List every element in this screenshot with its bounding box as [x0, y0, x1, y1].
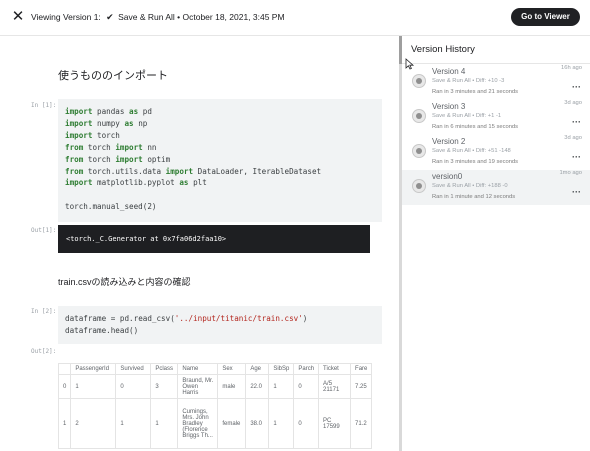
- table-cell: female: [217, 398, 247, 449]
- table-cell: 1: [268, 374, 295, 399]
- version-run-time: Ran in 3 minutes and 21 seconds: [432, 89, 519, 95]
- table-cell: 0: [57, 374, 72, 399]
- code-line: import pandas as pd: [65, 107, 152, 116]
- column-header: Survived: [115, 363, 152, 375]
- avatar: [412, 144, 426, 158]
- column-header: Age: [245, 363, 270, 375]
- cell-output-generator: <torch._C.Generator at 0x7fa06d2faa10>: [58, 225, 370, 253]
- version-run-time: Ran in 1 minute and 12 seconds: [432, 194, 516, 200]
- avatar: [412, 109, 426, 123]
- section-heading-train-csv: train.csvの読み込みと内容の確認: [58, 277, 191, 287]
- go-to-viewer-button[interactable]: Go to Viewer: [511, 8, 580, 26]
- version-name: Version 2: [432, 137, 466, 146]
- mouse-cursor-icon: [405, 58, 415, 70]
- dataframe-table: PassengerId Survived Pclass Name Sex Age SibSp…: [57, 363, 373, 449]
- table-cell: 3: [150, 374, 179, 399]
- panel-divider: [402, 63, 590, 64]
- version-run-time: Ran in 3 minutes and 19 seconds: [432, 159, 519, 165]
- column-header: SibSp: [268, 363, 295, 375]
- version-info: Viewing Version 1: ✔ Save & Run All • Oc…: [31, 12, 285, 23]
- panel-title: Version History: [411, 44, 475, 55]
- table-cell: 71.2: [350, 398, 373, 449]
- table-cell: 2: [70, 398, 117, 449]
- table-cell: 7.25: [350, 374, 373, 399]
- version-run-time: Ran in 6 minutes and 15 seconds: [432, 124, 519, 130]
- table-cell: 0: [293, 398, 320, 449]
- section-heading-imports: 使うもののインポート: [58, 70, 168, 82]
- table-cell: 0: [115, 374, 152, 399]
- table-row: 1 2 1 1 Cumings, Mrs. John Bradley (Florence…: [57, 398, 373, 449]
- version-item[interactable]: Version 3 3d ago Save & Run All • Diff: +1…: [402, 100, 590, 135]
- table-cell: A/5 21171: [318, 374, 352, 399]
- more-options-icon[interactable]: ···: [572, 187, 581, 197]
- close-icon[interactable]: ✕: [10, 9, 26, 25]
- code-cell-imports[interactable]: import pandas as pd import numpy as np imp…: [58, 99, 382, 222]
- table-row: 0 1 0 3 Braund, Mr. Owen Harris male 22.0 1 0 A/5…: [57, 374, 373, 399]
- avatar: [412, 74, 426, 88]
- table-cell: 22.0: [245, 374, 270, 399]
- column-header: Name: [177, 363, 219, 375]
- version-name: Version 4: [432, 67, 466, 76]
- code-line: torch.manual_seed(2): [65, 202, 157, 212]
- version-diff: Save & Run All • Diff: +188 -0: [432, 183, 508, 189]
- cell-prompt-out1: Out[1]:: [31, 227, 57, 234]
- column-header: Parch: [293, 363, 320, 375]
- avatar: [412, 179, 426, 193]
- more-options-icon[interactable]: ···: [572, 117, 581, 127]
- table-cell: PC 17599: [318, 398, 352, 449]
- run-all-icon: ✔: [106, 12, 114, 22]
- table-cell: 1: [70, 374, 117, 399]
- table-cell: 0: [293, 374, 320, 399]
- table-cell: male: [217, 374, 247, 399]
- version-item[interactable]: Version 2 3d ago Save & Run All • Diff: +5…: [402, 135, 590, 170]
- cell-prompt-in2: In [2]:: [31, 308, 57, 315]
- version-diff: Save & Run All • Diff: +10 -3: [432, 78, 505, 84]
- version-time: 16h ago: [561, 65, 582, 71]
- code-line: import torch: [65, 130, 120, 140]
- code-line: from torch import nn: [65, 142, 157, 152]
- run-mode-label: Save & Run All: [118, 12, 175, 22]
- cell-prompt-out2: Out[2]:: [31, 348, 57, 355]
- code-line: import matplotlib.pyplot as plt: [65, 178, 207, 188]
- top-bar: ✕ Viewing Version 1: ✔ Save & Run All • …: [0, 0, 590, 36]
- table-cell: Cumings, Mrs. John Bradley (Florence Bri…: [177, 398, 219, 449]
- more-options-icon[interactable]: ···: [572, 152, 581, 162]
- version-time: 3d ago: [564, 135, 582, 141]
- code-line: dataframe.head(): [65, 325, 139, 335]
- code-cell-read-csv[interactable]: dataframe = pd.read_csv('../input/titani…: [58, 306, 382, 344]
- version-diff: Save & Run All • Diff: +51 -148: [432, 148, 511, 154]
- version-name: version0: [432, 172, 463, 181]
- cell-prompt-in1: In [1]:: [31, 102, 57, 109]
- code-line: dataframe = pd.read_csv('../input/titani…: [65, 314, 308, 323]
- code-line: from torch.utils.data import DataLoader,…: [65, 166, 322, 176]
- column-header: Sex: [217, 363, 247, 375]
- version-name: Version 3: [432, 102, 466, 111]
- table-cell: 1: [57, 398, 72, 449]
- table-cell: 1: [268, 398, 295, 449]
- version-time: 1mo ago: [559, 170, 582, 176]
- column-header: [57, 363, 72, 375]
- table-cell: 1: [150, 398, 179, 449]
- code-line: import numpy as np: [65, 118, 148, 128]
- viewing-label: Viewing Version 1:: [31, 12, 101, 22]
- column-header: Ticket: [318, 363, 352, 375]
- version-item[interactable]: Version 4 16h ago Save & Run All • Diff: +…: [402, 65, 590, 100]
- code-line: from torch import optim: [65, 154, 171, 164]
- table-cell: 38.0: [245, 398, 270, 449]
- column-header: Fare: [350, 363, 373, 375]
- version-history-panel: Version History Version 4 16h ago Save & R…: [402, 36, 590, 451]
- version-diff: Save & Run All • Diff: +1 -1: [432, 113, 502, 119]
- version-time: 3d ago: [564, 100, 582, 106]
- column-header: PassengerId: [70, 363, 117, 375]
- version-item[interactable]: version0 1mo ago Save & Run All • Diff: +1…: [402, 170, 590, 205]
- table-cell: 1: [115, 398, 152, 449]
- more-options-icon[interactable]: ···: [572, 82, 581, 92]
- table-cell: Braund, Mr. Owen Harris: [177, 374, 219, 399]
- version-date: • October 18, 2021, 3:45 PM: [177, 12, 285, 22]
- column-header: Pclass: [150, 363, 179, 375]
- table-header-row: PassengerId Survived Pclass Name Sex Age SibSp…: [57, 363, 373, 375]
